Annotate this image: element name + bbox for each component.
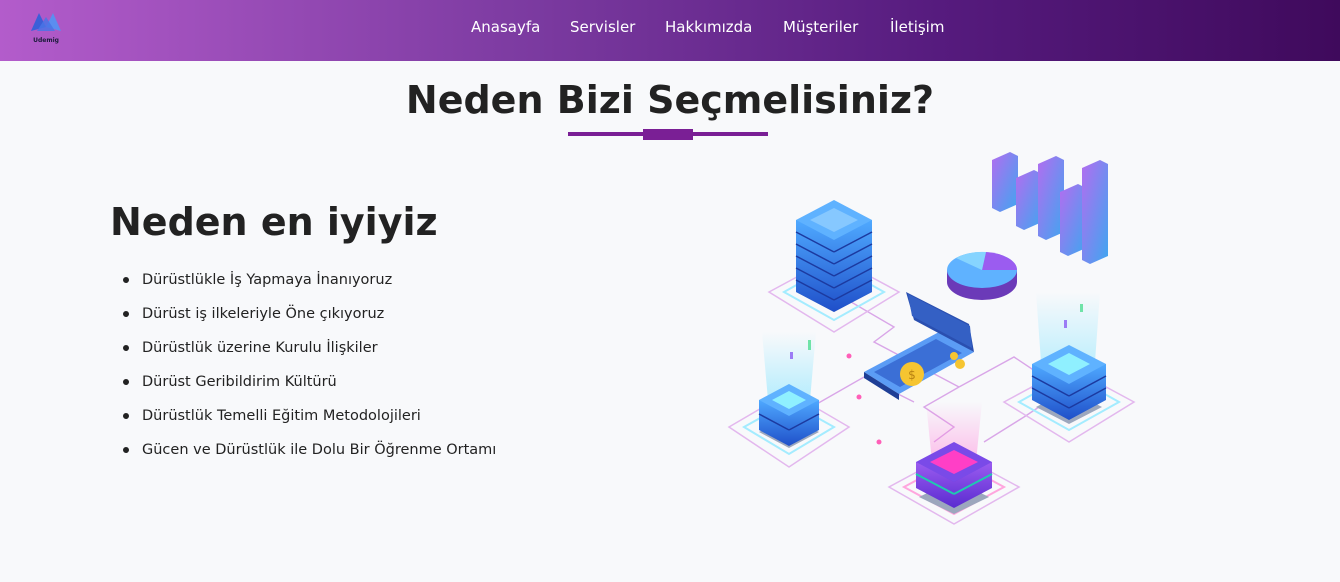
- list-item: Dürüstlük üzerine Kurulu İlişkiler: [122, 336, 496, 370]
- nav-link-contact[interactable]: İletişim: [890, 18, 944, 36]
- list-item: Dürüstlükle İş Yapmaya İnanıyoruz: [122, 268, 496, 302]
- title-underline-accent: [643, 129, 693, 140]
- navbar: Udemig Anasayfa Servisler Hakkımızda Müş…: [0, 0, 1340, 61]
- section-heading: Neden en iyiyiz: [110, 200, 438, 244]
- nav-link-customers[interactable]: Müşteriler: [783, 18, 858, 36]
- reasons-list: Dürüstlükle İş Yapmaya İnanıyoruz Dürüst…: [122, 268, 496, 472]
- svg-text:$: $: [908, 368, 916, 382]
- nav-link-home[interactable]: Anasayfa: [471, 18, 540, 36]
- list-item: Dürüst Geribildirim Kültürü: [122, 370, 496, 404]
- list-item: Dürüstlük Temelli Eğitim Metodolojileri: [122, 404, 496, 438]
- nav-link-about[interactable]: Hakkımızda: [665, 18, 752, 36]
- main-nav: Anasayfa Servisler Hakkımızda Müşteriler…: [0, 0, 1340, 61]
- list-item: Dürüst iş ilkeleriyle Öne çıkıyoruz: [122, 302, 496, 336]
- server-network-illustration: $: [727, 152, 1136, 525]
- list-item: Gücen ve Dürüstlük ile Dolu Bir Öğrenme …: [122, 438, 496, 472]
- nav-link-services[interactable]: Servisler: [570, 18, 635, 36]
- section-title: Neden Bizi Seçmelisiniz?: [405, 78, 935, 122]
